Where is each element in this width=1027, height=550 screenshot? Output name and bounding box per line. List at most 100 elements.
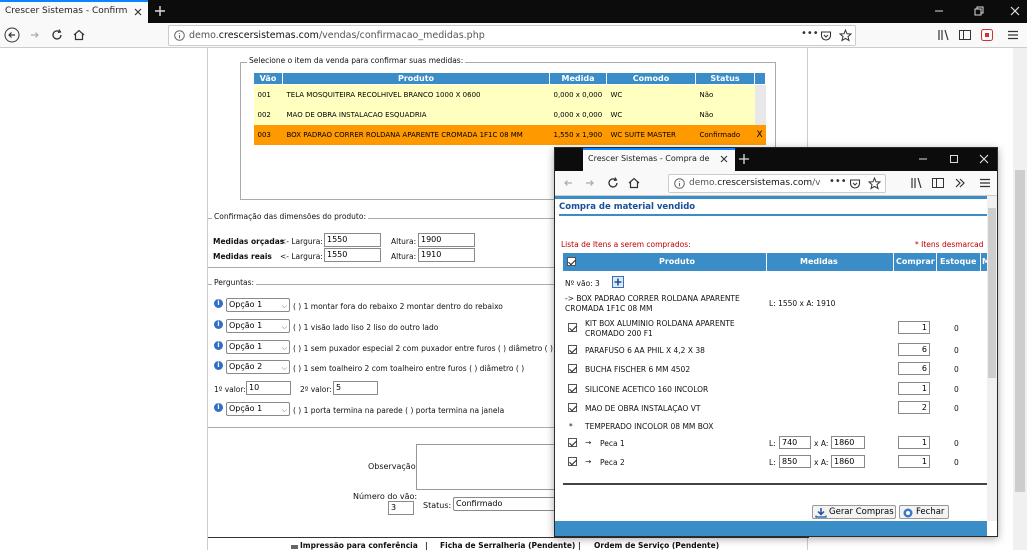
question-2-select[interactable]: Opção 1 ⌵: [226, 319, 290, 333]
item-comprar-input[interactable]: 6: [898, 362, 930, 375]
popup-tab[interactable]: Crescer Sistemas - Compra de mate: [583, 148, 735, 171]
info-icon[interactable]: i: [214, 403, 223, 412]
info-icon[interactable]: i: [214, 361, 223, 370]
info-icon[interactable]: i: [214, 320, 223, 329]
sidebar-icon[interactable]: [957, 27, 973, 43]
peca-checkbox[interactable]: [568, 438, 577, 447]
page-scrollbar-thumb[interactable]: [1015, 170, 1025, 492]
item-comprar-input[interactable]: 6: [898, 343, 930, 356]
overflow-chevron-icon[interactable]: [952, 175, 968, 191]
download-icon: [815, 507, 827, 518]
question-5-select[interactable]: Opção 1 ⌵: [226, 402, 290, 416]
restore-icon[interactable]: [972, 4, 986, 18]
library-icon[interactable]: [909, 175, 925, 191]
peca-comprar-input[interactable]: 1: [898, 455, 930, 468]
sidebar-icon[interactable]: [930, 175, 946, 191]
page-actions-icon[interactable]: •••: [829, 176, 847, 187]
home-icon[interactable]: [71, 27, 87, 43]
impressao-link[interactable]: Impressão para conferência: [300, 541, 418, 550]
minimize-icon[interactable]: [917, 153, 929, 165]
item-checkbox[interactable]: [568, 384, 577, 393]
separator: |: [578, 541, 581, 550]
extension-icon[interactable]: [979, 27, 995, 43]
popup-scrollbar-thumb[interactable]: [988, 208, 996, 378]
new-tab-icon[interactable]: [152, 3, 168, 19]
tab-close-icon[interactable]: [131, 5, 145, 19]
valor1-input[interactable]: 10: [246, 381, 291, 395]
minimize-icon[interactable]: [932, 4, 946, 18]
valor2-input[interactable]: 5: [333, 381, 378, 395]
new-tab-icon[interactable]: [737, 152, 751, 166]
ficha-link[interactable]: Ficha de Serralheria (Pendente): [440, 541, 575, 550]
address-bar[interactable]: demo.crescersistemas.com/vendas/confirma…: [168, 25, 856, 46]
add-icon[interactable]: [612, 276, 624, 288]
arrow-right-icon: →: [585, 457, 592, 466]
item-checkbox[interactable]: [568, 345, 577, 354]
menu-icon[interactable]: [1005, 27, 1021, 43]
item-estoque: 0: [954, 324, 959, 333]
orcadas-largura-input[interactable]: 1550: [324, 233, 381, 247]
delete-x-button[interactable]: X: [755, 125, 766, 145]
close-window-icon[interactable]: [1008, 4, 1022, 18]
fechar-label: Fechar: [916, 507, 945, 517]
url-text: demo.crescersistemas.com/vendas/confirma…: [189, 30, 485, 41]
cell-produto: BOX PADRAO CORRER ROLDANA APARENTE CROMA…: [286, 130, 523, 139]
forward-icon[interactable]: [27, 27, 43, 43]
back-icon[interactable]: [4, 27, 20, 43]
pocket-icon[interactable]: [820, 30, 832, 42]
question-4-select[interactable]: Opção 2 ⌵: [226, 360, 290, 374]
table-row[interactable]: 001 TELA MOSQUITEIRA RECOLHIVEL BRANCO 1…: [253, 84, 766, 105]
home-icon[interactable]: [626, 175, 642, 191]
item-checkbox[interactable]: [568, 403, 577, 412]
peca-largura-input[interactable]: 740: [779, 436, 811, 449]
question-3-select[interactable]: Opção 1 ⌵: [226, 340, 290, 354]
info-icon[interactable]: [174, 30, 185, 41]
item-checkbox[interactable]: [568, 364, 577, 373]
table-row[interactable]: 002 MAO DE OBRA INSTALACAO ESQUADRIA 0,0…: [253, 104, 766, 125]
peca-altura-input[interactable]: 1860: [831, 436, 865, 449]
menu-icon[interactable]: [977, 175, 993, 191]
forward-icon[interactable]: [582, 175, 598, 191]
reload-icon[interactable]: [49, 27, 65, 43]
reais-altura-input[interactable]: 1910: [418, 248, 475, 262]
select-all-checkbox[interactable]: [567, 257, 576, 266]
status-select[interactable]: Confirmado: [453, 497, 563, 511]
peca-comprar-input[interactable]: 1: [898, 436, 930, 449]
item-comprar-input[interactable]: 2: [898, 401, 930, 414]
table-row-selected[interactable]: 003 BOX PADRAO CORRER ROLDANA APARENTE C…: [253, 124, 766, 145]
gerar-compras-button[interactable]: Gerar Compras: [812, 505, 896, 519]
vao-label: Nº vão: 3: [565, 279, 600, 288]
reload-icon[interactable]: [605, 175, 621, 191]
browser-tab[interactable]: Crescer Sistemas - Confirmação de: [0, 0, 148, 23]
peca-checkbox[interactable]: [568, 457, 577, 466]
page-actions-icon[interactable]: •••: [801, 28, 819, 39]
maximize-icon[interactable]: [948, 153, 960, 165]
info-icon[interactable]: i: [214, 299, 223, 308]
pocket-icon[interactable]: [849, 178, 861, 190]
ordem-link[interactable]: Ordem de Serviço (Pendente): [594, 541, 719, 550]
chevron-down-icon: ⌵: [281, 364, 287, 372]
item-comprar-input[interactable]: 1: [898, 382, 930, 395]
library-icon[interactable]: [936, 27, 952, 43]
peca-altura-input[interactable]: 1860: [831, 455, 865, 468]
info-icon[interactable]: [674, 178, 685, 189]
observacao-textarea[interactable]: [416, 444, 561, 490]
popup-horizontal-scrollbar[interactable]: [555, 521, 987, 536]
close-window-icon[interactable]: [978, 153, 990, 165]
back-icon[interactable]: [560, 175, 576, 191]
item-checkbox[interactable]: [568, 323, 577, 332]
cell-x: [754, 84, 766, 105]
tab-close-icon[interactable]: [718, 153, 730, 165]
orcadas-altura-input[interactable]: 1900: [418, 233, 475, 247]
numero-vao-input[interactable]: 3: [388, 501, 414, 515]
fechar-button[interactable]: Fechar: [899, 505, 949, 519]
item-comprar-input[interactable]: 1: [898, 321, 930, 334]
question-1-select[interactable]: Opção 1 ⌵: [226, 298, 290, 312]
bookmark-star-icon[interactable]: [868, 177, 881, 190]
popup-address-bar[interactable]: demo.crescersistemas.com/v •••: [668, 174, 886, 193]
peca-largura-input[interactable]: 850: [779, 455, 811, 468]
reais-largura-input[interactable]: 1550: [324, 248, 381, 262]
col-divider: [936, 253, 937, 271]
info-icon[interactable]: i: [214, 341, 223, 350]
bookmark-star-icon[interactable]: [839, 29, 852, 42]
